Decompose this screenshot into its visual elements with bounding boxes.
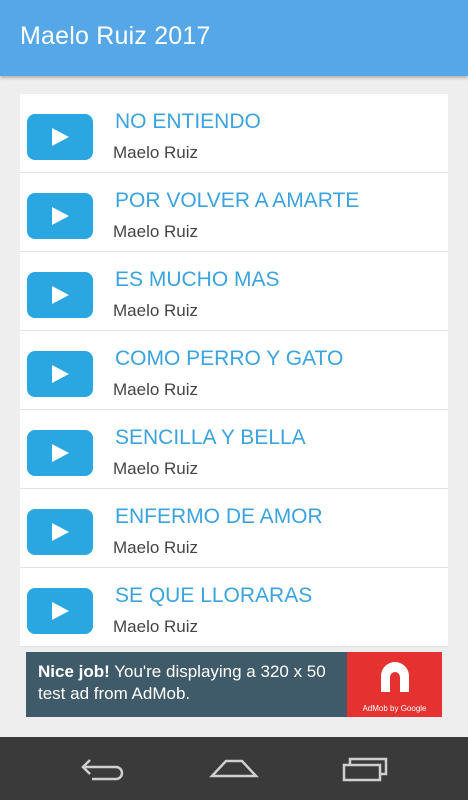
song-list: NO ENTIENDO Maelo Ruiz POR VOLVER A AMAR… <box>20 94 448 647</box>
list-item[interactable]: SENCILLA Y BELLA Maelo Ruiz <box>20 410 448 489</box>
play-icon <box>27 272 93 318</box>
ad-text: Nice job! You're displaying a 320 x 50 t… <box>38 661 348 705</box>
song-title: SE QUE LLORARAS <box>115 584 313 607</box>
song-title: SENCILLA Y BELLA <box>115 426 306 449</box>
song-artist: Maelo Ruiz <box>113 459 199 478</box>
song-artist: Maelo Ruiz <box>113 301 199 320</box>
list-item[interactable]: ES MUCHO MAS Maelo Ruiz <box>20 252 448 331</box>
ad-banner[interactable]: Nice job! You're displaying a 320 x 50 t… <box>26 652 442 717</box>
song-title: POR VOLVER A AMARTE <box>115 189 360 212</box>
list-item[interactable]: NO ENTIENDO Maelo Ruiz <box>20 94 448 173</box>
recents-icon[interactable] <box>340 756 390 782</box>
app-bar: Maelo Ruiz 2017 <box>0 0 468 76</box>
song-title: COMO PERRO Y GATO <box>115 347 344 370</box>
play-icon <box>27 114 93 160</box>
play-icon <box>27 509 93 555</box>
song-artist: Maelo Ruiz <box>113 222 199 241</box>
song-title: ES MUCHO MAS <box>115 268 280 291</box>
app-title: Maelo Ruiz 2017 <box>20 22 211 50</box>
admob-logo-icon <box>381 662 409 692</box>
play-icon <box>27 430 93 476</box>
song-artist: Maelo Ruiz <box>113 617 199 636</box>
play-icon <box>27 588 93 634</box>
list-item[interactable]: SE QUE LLORARAS Maelo Ruiz <box>20 568 448 647</box>
song-artist: Maelo Ruiz <box>113 143 199 162</box>
song-title: ENFERMO DE AMOR <box>115 505 323 528</box>
song-artist: Maelo Ruiz <box>113 538 199 557</box>
list-item[interactable]: POR VOLVER A AMARTE Maelo Ruiz <box>20 173 448 252</box>
song-title: NO ENTIENDO <box>115 110 261 133</box>
navigation-bar <box>0 737 468 800</box>
back-icon[interactable] <box>80 756 128 782</box>
list-item[interactable]: ENFERMO DE AMOR Maelo Ruiz <box>20 489 448 568</box>
home-icon[interactable] <box>208 756 260 782</box>
play-icon <box>27 193 93 239</box>
ad-headline: Nice job! <box>38 662 110 681</box>
list-item[interactable]: COMO PERRO Y GATO Maelo Ruiz <box>20 331 448 410</box>
song-artist: Maelo Ruiz <box>113 380 199 399</box>
admob-logo: AdMob by Google <box>347 652 442 717</box>
play-icon <box>27 351 93 397</box>
admob-brand: AdMob by Google <box>362 704 427 713</box>
